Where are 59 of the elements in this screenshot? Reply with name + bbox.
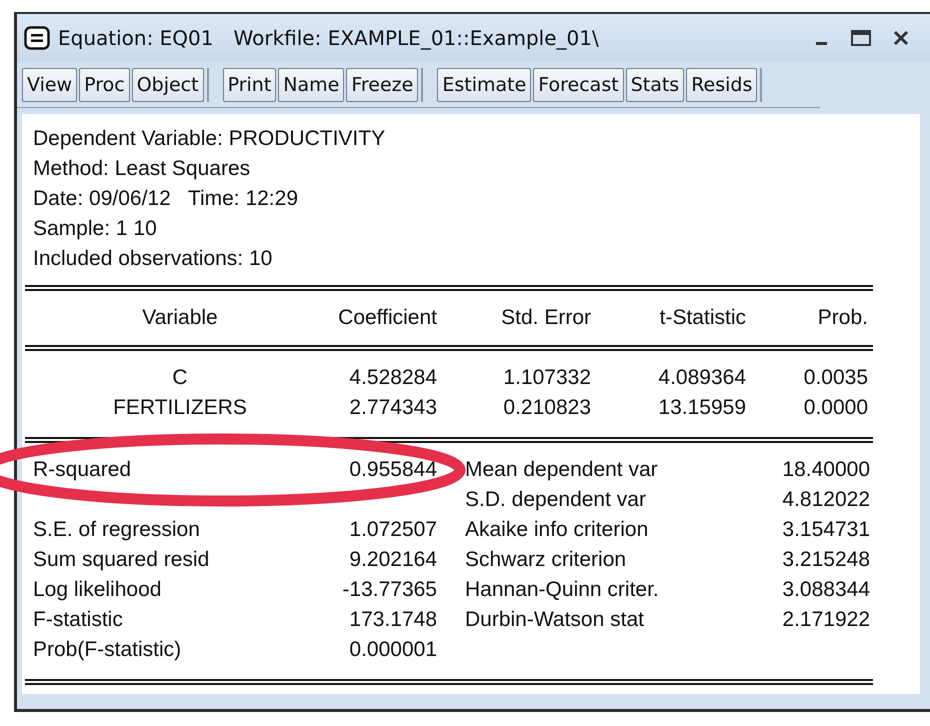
table-cell-text: 4.528284 xyxy=(348,365,437,391)
table-cell-text: FERTILIZERS xyxy=(112,395,248,421)
stat-label: Log likelihood xyxy=(32,577,162,603)
stat-value: 2.171922 xyxy=(781,607,870,633)
header-text: Date: 09/06/12 Time: 12:29 xyxy=(33,186,300,212)
column-header: Variable xyxy=(141,305,219,331)
toolbar-button[interactable]: Freeze xyxy=(346,68,418,102)
header-text: Method: Least Squares xyxy=(33,156,252,182)
stat-value: 0.955844 xyxy=(348,457,437,483)
toolbar-button[interactable]: Stats xyxy=(626,68,684,102)
workfile-title: Workfile: EXAMPLE_01::Example_01\ xyxy=(234,26,599,50)
header-text: Included observations: 10 xyxy=(33,246,274,272)
stat-label: Durbin-Watson stat xyxy=(464,607,645,633)
stat-value: 18.40000 xyxy=(781,457,870,483)
table-cell-text: 0.0000 xyxy=(802,395,868,421)
stat-value: 9.202164 xyxy=(348,547,437,573)
stat-label: S.E. of regression xyxy=(32,517,201,543)
maximize-icon[interactable] xyxy=(850,29,872,47)
stat-value: 4.812022 xyxy=(781,487,870,513)
stat-label: Akaike info criterion xyxy=(464,517,650,543)
stat-value: 173.1748 xyxy=(348,607,437,633)
stat-value: 3.088344 xyxy=(781,577,870,603)
stat-value: 3.215248 xyxy=(781,547,870,573)
table-cell-text: 4.089364 xyxy=(657,365,746,391)
stat-label: Hannan-Quinn criter. xyxy=(464,577,660,603)
table-cell-text: 0.0035 xyxy=(802,365,868,391)
stat-label: S.D. dependent var xyxy=(464,487,647,513)
stat-label: R-squared xyxy=(32,457,132,483)
window-title: Equation: EQ01 xyxy=(58,26,214,50)
menu-icon[interactable] xyxy=(24,26,50,50)
toolbar-button[interactable]: Resids xyxy=(686,68,758,102)
toolbar-button[interactable]: Name xyxy=(278,68,344,102)
column-header: Std. Error xyxy=(500,305,591,331)
stat-value: 0.000001 xyxy=(348,637,437,663)
column-header: Prob. xyxy=(816,305,868,331)
stat-value: -13.77365 xyxy=(341,577,437,603)
stat-value: 3.154731 xyxy=(781,517,870,543)
column-header: t-Statistic xyxy=(658,305,746,331)
column-header: Coefficient xyxy=(337,305,437,331)
table-cell-text: 13.15959 xyxy=(657,395,746,421)
stat-value: 1.072507 xyxy=(348,517,437,543)
toolbar-button[interactable]: View xyxy=(22,68,78,102)
stat-label: Mean dependent var xyxy=(464,457,659,483)
table-cell-text: C xyxy=(171,365,189,391)
toolbar-button[interactable]: Object xyxy=(132,68,204,102)
stat-label: Prob(F-statistic) xyxy=(32,637,182,663)
toolbar-button[interactable]: Print xyxy=(222,68,276,102)
stat-label: Schwarz criterion xyxy=(464,547,628,573)
stat-label: Sum squared resid xyxy=(32,547,210,573)
table-cell-text: 0.210823 xyxy=(502,395,591,421)
header-text: Sample: 1 10 xyxy=(33,216,158,242)
toolbar-button[interactable]: Proc xyxy=(79,68,130,102)
table-cell-text: 2.774343 xyxy=(348,395,437,421)
stat-label: F-statistic xyxy=(32,607,124,633)
close-icon[interactable] xyxy=(892,29,910,47)
toolbar-button[interactable]: Forecast xyxy=(533,68,624,102)
table-cell-text: 1.107332 xyxy=(502,365,591,391)
header-text: Dependent Variable: PRODUCTIVITY xyxy=(33,126,386,152)
toolbar-button[interactable]: Estimate xyxy=(437,68,532,102)
